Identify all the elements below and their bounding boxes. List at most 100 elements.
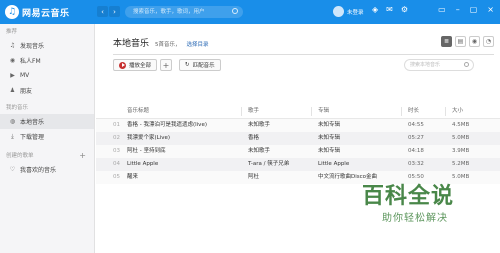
column-header-duration[interactable]: 时长 (408, 104, 448, 119)
view-switcher: ≣ ▤ ◉ ◔ (441, 36, 494, 47)
table-row[interactable]: 03 阿杜 - 坚持到底 未知歌手 未知专辑 04:18 3.9MB (96, 145, 500, 158)
minimize-icon[interactable]: – (456, 5, 460, 14)
sidebar-section-playlists: 创建的歌单 + (0, 150, 94, 162)
local-search-input[interactable]: 搜索本地音乐 (404, 59, 474, 71)
song-title: 阿杜 - 坚持到底 (127, 148, 166, 154)
shirt-icon[interactable]: ◈ (372, 5, 378, 14)
mail-icon[interactable]: ✉ (386, 5, 393, 14)
watermark-subtitle: 助你轻松解决 (382, 213, 448, 224)
avatar (333, 6, 344, 17)
global-search-input[interactable]: 搜索音乐，歌手，歌词，用户 (125, 6, 243, 18)
table-header: 音乐标题 歌手 专辑 时长 大小 (96, 104, 500, 119)
sidebar-item-label: 发现音乐 (20, 43, 45, 50)
sidebar-item-label: MV (20, 72, 30, 79)
top-tools: ◈ ✉ ⚙ (372, 5, 408, 14)
song-album[interactable]: Little Apple (318, 158, 404, 171)
search-icon[interactable] (232, 8, 238, 14)
page-header: 本地音乐 5首音乐， 选择目录 (113, 36, 209, 49)
song-duration: 05:27 (408, 135, 424, 141)
sidebar-item-label: 朋友 (20, 88, 33, 95)
forward-icon[interactable]: › (109, 6, 120, 17)
song-album[interactable]: 未知专辑 (318, 132, 404, 145)
search-placeholder: 搜索音乐，歌手，歌词，用户 (133, 9, 205, 15)
back-icon[interactable]: ‹ (97, 6, 108, 17)
netease-logo-icon: ♫ (5, 5, 19, 19)
song-duration: 04:18 (408, 148, 424, 154)
user-login[interactable]: 未登录 (333, 6, 364, 17)
artist-view-icon[interactable]: ▤ (455, 36, 466, 47)
search-icon[interactable] (464, 62, 469, 67)
sidebar-item-fm[interactable]: ◉ 私人FM (0, 53, 94, 68)
song-title: Little Apple (127, 161, 159, 167)
match-label: 匹配音乐 (192, 63, 215, 69)
song-title: 醒来 (127, 174, 139, 180)
sidebar-section-my-music: 我的音乐 (6, 105, 29, 111)
song-count: 5首音乐， (155, 42, 181, 48)
radio-icon: ◉ (9, 57, 16, 64)
settings-icon[interactable]: ⚙ (401, 5, 408, 14)
row-index: 05 (113, 174, 120, 180)
match-music-button[interactable]: ↻ 匹配音乐 (179, 59, 221, 71)
app-logo[interactable]: ♫ 网易云音乐 (5, 5, 70, 19)
song-size: 3.9MB (452, 148, 470, 154)
table-row[interactable]: 04 Little Apple T-ara / 筷子兄弟 Little Appl… (96, 158, 500, 171)
column-divider[interactable] (401, 107, 402, 116)
play-all-button[interactable]: 播放全部 (113, 59, 158, 71)
sidebar-item-liked-music[interactable]: ♡ 我喜欢的音乐 (0, 162, 94, 177)
video-icon: ▶ (10, 72, 15, 79)
song-table: 音乐标题 歌手 专辑 时长 大小 01 香格 - 我漂泊可是我遗遗虑(live)… (96, 104, 500, 184)
top-bar: ♫ 网易云音乐 ‹ › 搜索音乐，歌手，歌词，用户 未登录 ◈ ✉ ⚙ ▭ – … (0, 0, 500, 24)
maximize-icon[interactable]: ▢ (470, 5, 478, 14)
sidebar-item-label: 我喜欢的音乐 (20, 167, 57, 174)
song-size: 5.0MB (452, 135, 470, 141)
folder-view-icon[interactable]: ◔ (483, 36, 494, 47)
column-header-size[interactable]: 大小 (452, 104, 492, 119)
song-album[interactable]: 未知专辑 (318, 119, 404, 132)
music-note-icon: ♫ (9, 42, 16, 49)
history-nav: ‹ › (97, 6, 120, 17)
column-divider[interactable] (311, 107, 312, 116)
sidebar-item-label: 下载管理 (20, 134, 45, 141)
window-controls: ▭ – ▢ × (438, 5, 494, 14)
table-row[interactable]: 01 香格 - 我漂泊可是我遗遗虑(live) 未知歌手 未知专辑 04:55 … (96, 119, 500, 132)
row-index: 04 (113, 161, 120, 167)
toolbar: 播放全部 + ↻ 匹配音乐 (113, 59, 221, 71)
sidebar-item-label: 本地音乐 (20, 119, 45, 126)
sidebar: 推荐 ♫ 发现音乐 ◉ 私人FM ▶ MV ♟ 朋友 我的音乐 ◍ 本地音乐 ⤓… (0, 24, 95, 253)
select-directory-link[interactable]: 选择目录 (187, 40, 209, 48)
sidebar-section-playlists-label: 创建的歌单 (6, 153, 34, 159)
sidebar-item-downloads[interactable]: ⤓ 下载管理 (0, 129, 94, 144)
sidebar-item-friends[interactable]: ♟ 朋友 (0, 83, 94, 98)
page-title: 本地音乐 (113, 39, 150, 49)
plus-icon: + (162, 60, 170, 70)
add-to-playlist-button[interactable]: + (160, 59, 173, 71)
close-icon[interactable]: × (487, 5, 494, 14)
album-view-icon[interactable]: ◉ (469, 36, 480, 47)
song-title: 香格 - 我漂泊可是我遗遗虑(live) (127, 122, 207, 128)
download-icon: ⤓ (11, 132, 14, 140)
column-header-title[interactable]: 音乐标题 (127, 104, 239, 119)
list-view-icon[interactable]: ≣ (441, 36, 452, 47)
add-playlist-icon[interactable]: + (79, 150, 86, 162)
row-index: 02 (113, 135, 120, 141)
sidebar-section-recommend: 推荐 (6, 29, 18, 35)
header-divider (113, 54, 494, 55)
sidebar-item-mv[interactable]: ▶ MV (0, 68, 94, 83)
match-icon: ↻ (185, 62, 190, 68)
column-divider[interactable] (241, 107, 242, 116)
column-divider[interactable] (445, 107, 446, 116)
song-title: 我漂爱个家(Live) (127, 135, 171, 141)
sidebar-item-discover[interactable]: ♫ 发现音乐 (0, 38, 94, 53)
song-album[interactable]: 未知专辑 (318, 145, 404, 158)
local-music-icon: ◍ (9, 118, 16, 125)
table-row[interactable]: 02 我漂爱个家(Live) 香格 未知专辑 05:27 5.0MB (96, 132, 500, 145)
song-duration: 04:55 (408, 122, 424, 128)
play-icon (119, 61, 126, 69)
watermark-title: 百科全说 (362, 184, 455, 209)
sidebar-item-local-music[interactable]: ◍ 本地音乐 (0, 114, 94, 129)
watermark: 百科全说 助你轻松解决 (362, 178, 490, 234)
column-header-album[interactable]: 专辑 (318, 104, 404, 119)
user-name: 未登录 (347, 9, 364, 16)
song-size: 4.5MB (452, 122, 470, 128)
mini-mode-icon[interactable]: ▭ (438, 5, 446, 14)
